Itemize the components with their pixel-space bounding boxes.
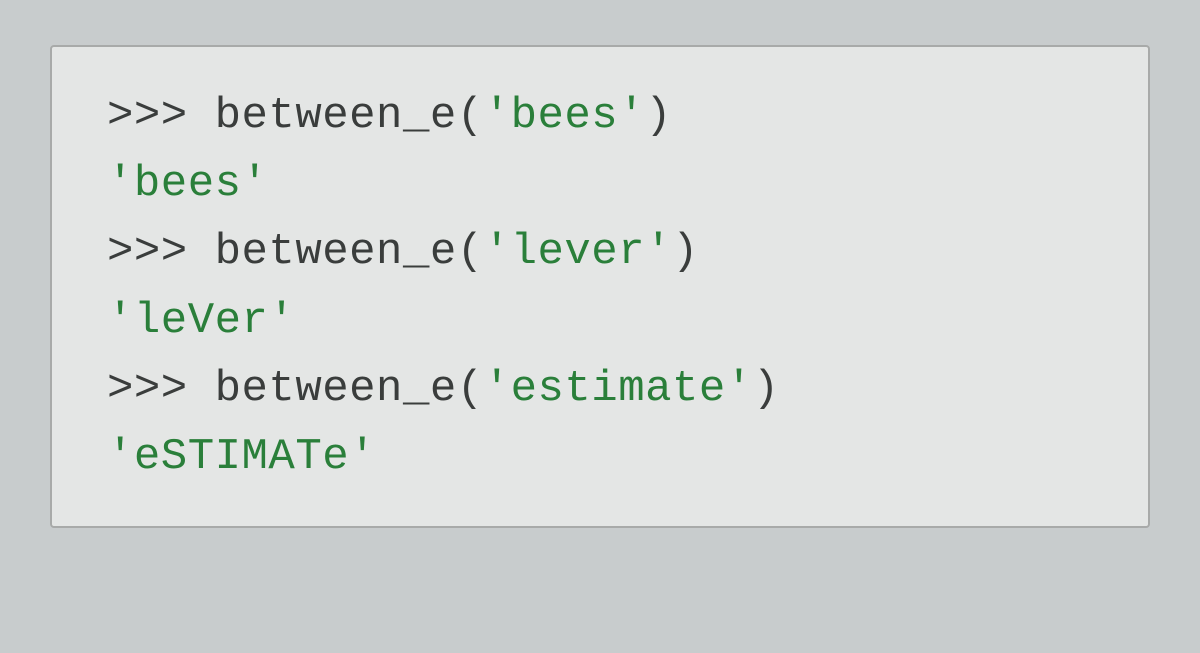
output-value: 'eSTIMATe' <box>107 432 376 482</box>
func-name: between_e <box>215 227 457 277</box>
repl-prompt: >>> <box>107 227 215 277</box>
repl-input-line: >>> between_e('bees') <box>107 82 1093 150</box>
repl-output-line: 'eSTIMATe' <box>107 423 1093 491</box>
string-arg: 'lever' <box>484 227 672 277</box>
output-value: 'leVer' <box>107 296 295 346</box>
string-arg: 'estimate' <box>484 364 753 414</box>
repl-output-line: 'leVer' <box>107 287 1093 355</box>
string-arg: 'bees' <box>484 91 645 141</box>
repl-block: >>> between_e('bees') 'bees' >>> between… <box>50 45 1150 528</box>
repl-prompt: >>> <box>107 364 215 414</box>
close-paren: ) <box>753 364 780 414</box>
open-paren: ( <box>457 364 484 414</box>
func-name: between_e <box>215 91 457 141</box>
open-paren: ( <box>457 91 484 141</box>
open-paren: ( <box>457 227 484 277</box>
repl-input-line: >>> between_e('lever') <box>107 218 1093 286</box>
close-paren: ) <box>645 91 672 141</box>
func-name: between_e <box>215 364 457 414</box>
output-value: 'bees' <box>107 159 268 209</box>
repl-prompt: >>> <box>107 91 215 141</box>
repl-output-line: 'bees' <box>107 150 1093 218</box>
close-paren: ) <box>672 227 699 277</box>
repl-input-line: >>> between_e('estimate') <box>107 355 1093 423</box>
